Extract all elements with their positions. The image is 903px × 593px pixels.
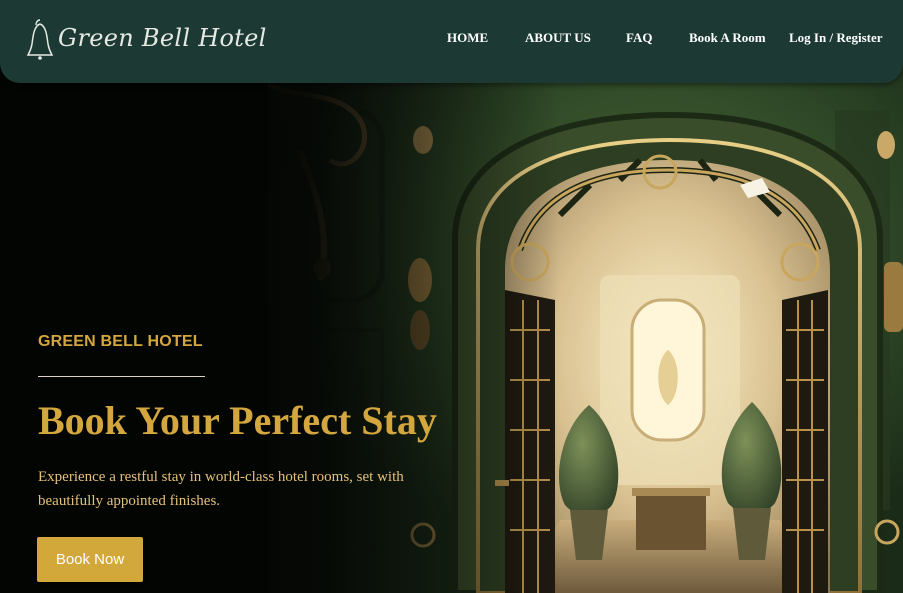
main-nav: HOME ABOUT US FAQ Book A Room Log In / R… <box>0 30 903 50</box>
hero-divider <box>38 376 205 377</box>
hero-eyebrow: GREEN BELL HOTEL <box>38 333 203 350</box>
nav-about-us[interactable]: ABOUT US <box>525 30 591 46</box>
nav-login-register[interactable]: Log In / Register <box>789 30 883 46</box>
nav-book-a-room[interactable]: Book A Room <box>689 30 766 46</box>
hero-title: Book Your Perfect Stay <box>38 398 437 443</box>
hero-description: Experience a restful stay in world-class… <box>38 469 404 509</box>
nav-faq[interactable]: FAQ <box>626 30 652 46</box>
nav-home[interactable]: HOME <box>447 30 488 46</box>
site-header: Green Bell Hotel HOME ABOUT US FAQ Book … <box>0 0 903 83</box>
door-right <box>782 290 828 593</box>
book-now-button[interactable]: Book Now <box>37 537 143 582</box>
